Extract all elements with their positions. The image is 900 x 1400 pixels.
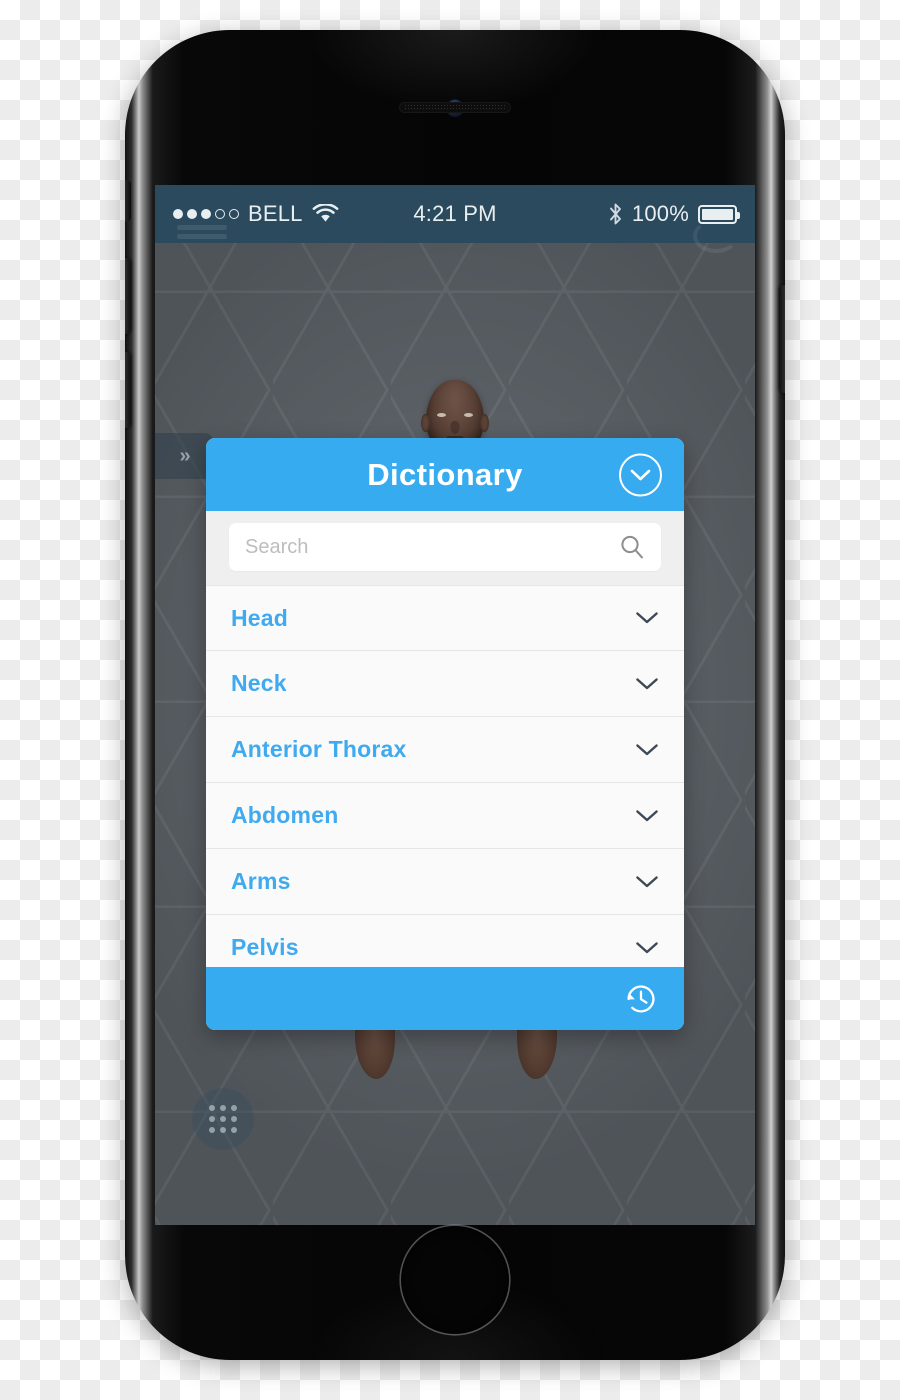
double-chevron-right-icon: » [179,444,190,467]
list-item-label: Pelvis [231,934,299,960]
chevron-down-icon[interactable] [635,743,659,757]
silent-switch-button[interactable] [125,180,131,222]
list-item-arms[interactable]: Arms [206,849,684,915]
panel-title: Dictionary [367,456,523,492]
dictionary-panel: Dictionary Head [206,438,684,1030]
list-item-label: Head [231,604,289,631]
collapse-panel-button[interactable] [619,453,662,496]
battery-percent-label: 100% [631,201,689,226]
list-item-label: Anterior Thorax [231,736,407,762]
grid-dots-icon [209,1105,237,1133]
chevron-down-icon [630,469,651,480]
battery-icon [698,204,740,224]
history-button[interactable] [620,978,662,1020]
list-item-label: Abdomen [231,802,339,828]
model-ear-right [480,414,489,433]
chevron-down-icon[interactable] [635,941,659,955]
phone-device: BELL 4:21 PM 100% » Dictionary Search He… [125,30,785,1360]
model-ear-left [421,414,430,433]
grid-menu-button[interactable] [192,1088,254,1150]
list-item-neck[interactable]: Neck [206,651,684,717]
chevron-down-icon[interactable] [635,677,659,691]
search-input[interactable] [245,535,611,559]
list-item-label: Arms [231,868,291,894]
dictionary-list: Head Neck Anterior Thorax Abdomen Arms P… [206,585,684,967]
phone-screen: BELL 4:21 PM 100% » Dictionary Search He… [155,185,755,1225]
dictionary-footer [206,967,684,1030]
volume-down-button[interactable] [125,352,131,428]
earpiece-speaker [399,102,511,113]
status-bar: BELL 4:21 PM 100% [155,185,755,253]
search-field[interactable] [229,523,661,571]
carrier-label: BELL [248,201,303,226]
status-right-group: 100% [608,201,740,227]
search-strip [206,511,684,585]
power-button[interactable] [779,285,785,393]
chevron-down-icon[interactable] [635,875,659,889]
list-item-head[interactable]: Head [206,585,684,651]
status-left-group: BELL [173,201,339,227]
chevron-down-icon[interactable] [635,611,659,625]
list-item-anterior-thorax[interactable]: Anterior Thorax [206,717,684,783]
bluetooth-icon [609,203,621,225]
model-nose [450,421,460,435]
search-icon[interactable] [619,534,645,560]
list-item-abdomen[interactable]: Abdomen [206,783,684,849]
dictionary-header: Dictionary [206,438,684,511]
signal-strength-icon [173,209,239,219]
home-button[interactable] [401,1226,509,1334]
list-item-label: Neck [231,670,287,696]
history-clock-icon [627,984,655,1012]
chevron-down-icon[interactable] [635,809,659,823]
drawer-expand-handle[interactable]: » [155,433,213,479]
list-item-pelvis[interactable]: Pelvis [206,915,684,967]
status-ghost-bars [177,225,227,243]
wifi-icon [312,204,339,222]
volume-up-button[interactable] [125,258,131,334]
